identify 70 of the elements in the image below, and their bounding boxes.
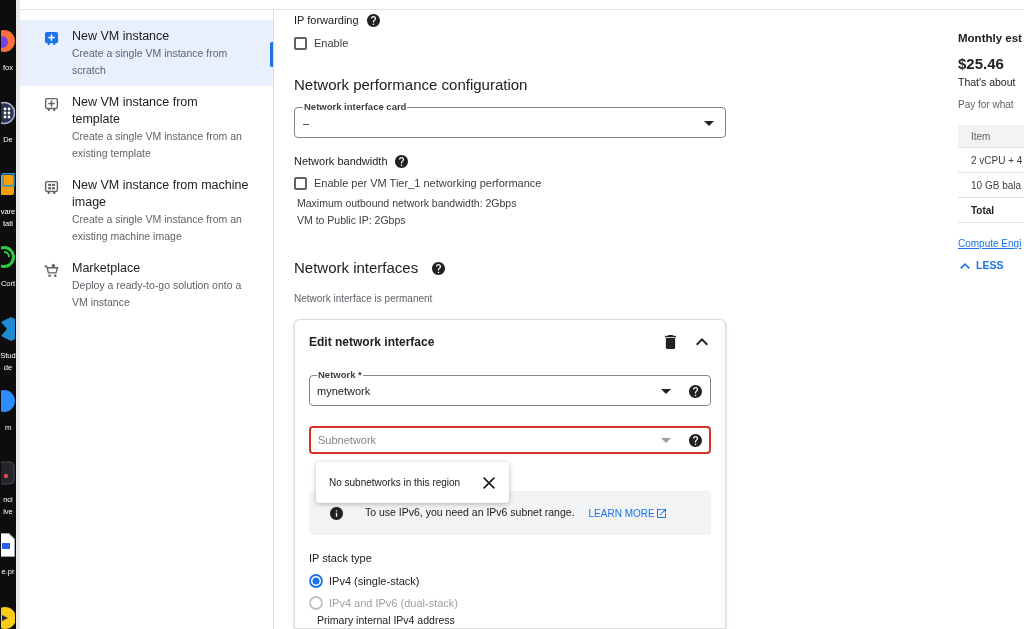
learn-more-link[interactable]: LEARN MORE <box>588 505 666 521</box>
item-title: New VM instance from template <box>72 94 199 128</box>
field-label: Network interface card <box>303 101 408 113</box>
grid-box-icon <box>44 180 59 195</box>
popup-message: No subnetworks in this region <box>329 476 461 490</box>
note-text: Maximum outbound network bandwidth: 2Gbps <box>297 196 518 211</box>
ring-icon[interactable] <box>1 245 15 269</box>
note-text: VM to Public IP: 2Gbps <box>297 213 407 228</box>
document-icon[interactable] <box>1 533 15 557</box>
item-title: New VM instance <box>72 28 171 45</box>
help-icon[interactable] <box>689 433 702 447</box>
plus-box-icon <box>44 97 59 112</box>
panel-title: Monthly est <box>958 31 1023 46</box>
column-header: Item <box>971 129 991 144</box>
caret-icon[interactable] <box>704 120 714 126</box>
field-label: Network * <box>317 369 363 381</box>
section-heading: Network performance configuration <box>294 75 529 95</box>
help-icon[interactable] <box>366 13 380 27</box>
subnetwork-select[interactable]: Subnetwork <box>309 426 711 454</box>
dots-icon[interactable] <box>1 101 15 125</box>
checkbox[interactable] <box>294 176 307 190</box>
close-icon[interactable] <box>483 476 495 489</box>
window-icon[interactable] <box>1 173 15 197</box>
badge-icon[interactable] <box>1 605 15 629</box>
item-title: New VM instance from machine image <box>72 177 249 211</box>
orb-icon[interactable] <box>1 29 15 53</box>
info-icon <box>330 506 343 520</box>
item-description: Create a single VM instance from scratch <box>72 46 229 78</box>
item-description: Deploy a ready-to-go solution onto a VM instance <box>72 278 243 310</box>
radio-label: IPv4 (single-stack) <box>329 573 420 589</box>
tile-icon[interactable] <box>1 461 15 485</box>
field-label: IP forwarding <box>294 12 359 28</box>
checkbox[interactable] <box>294 36 307 50</box>
card-title: Edit network interface <box>309 334 435 351</box>
item-description: Create a single VM instance from an existing machine image <box>72 212 243 244</box>
price: $25.46 <box>958 54 1005 74</box>
banner-text: To use IPv6, you need an IPv6 subnet range. <box>365 505 575 521</box>
checkbox-label: Enable <box>314 35 349 51</box>
item-description: Create a single VM instance from an existing template <box>72 129 243 161</box>
pricing-link[interactable]: Compute Engi <box>958 236 1022 252</box>
table-cell-text: Total <box>971 203 995 218</box>
less-button[interactable]: LESS <box>958 258 1004 274</box>
table-cell-text: 2 vCPU + 4 <box>971 153 1023 168</box>
help-icon[interactable] <box>394 154 408 168</box>
radio-label: IPv4 and IPv6 (dual-stack) <box>329 595 458 611</box>
price-subtitle: That's about <box>958 75 1017 90</box>
helper-text: Network interface is permanent <box>294 292 434 306</box>
select-value: – <box>303 115 310 131</box>
helper-text: Pay for what <box>958 98 1015 112</box>
item-title: Marketplace <box>72 260 142 277</box>
plus-box-icon <box>44 31 59 46</box>
sidebar-item[interactable]: New VM instance Create a single VM instance from scratch <box>20 20 273 86</box>
checkbox-label: Enable per VM Tier_1 networking performance <box>314 175 542 191</box>
caret-icon[interactable] <box>661 388 671 394</box>
help-icon[interactable] <box>689 384 702 398</box>
cart-icon <box>44 263 59 278</box>
field-label: IP stack type <box>309 551 373 566</box>
trash-icon[interactable] <box>665 335 676 349</box>
ribbon-icon[interactable] <box>1 317 15 341</box>
select-value: mynetwork <box>317 383 371 399</box>
network-select[interactable]: Network * mynetwork <box>309 369 711 406</box>
section-heading: Network interfaces <box>294 258 419 278</box>
table-cell-text: 10 GB bala <box>971 178 1022 193</box>
radio-button[interactable] <box>309 574 323 588</box>
chevron-up-icon[interactable] <box>696 338 708 346</box>
nic-select[interactable]: Network interface card – <box>294 101 726 138</box>
help-icon[interactable] <box>432 261 446 275</box>
field-label: Primary internal IPv4 address <box>317 614 455 627</box>
external-link-icon[interactable] <box>656 508 666 518</box>
field-label: Network bandwidth <box>294 153 388 169</box>
